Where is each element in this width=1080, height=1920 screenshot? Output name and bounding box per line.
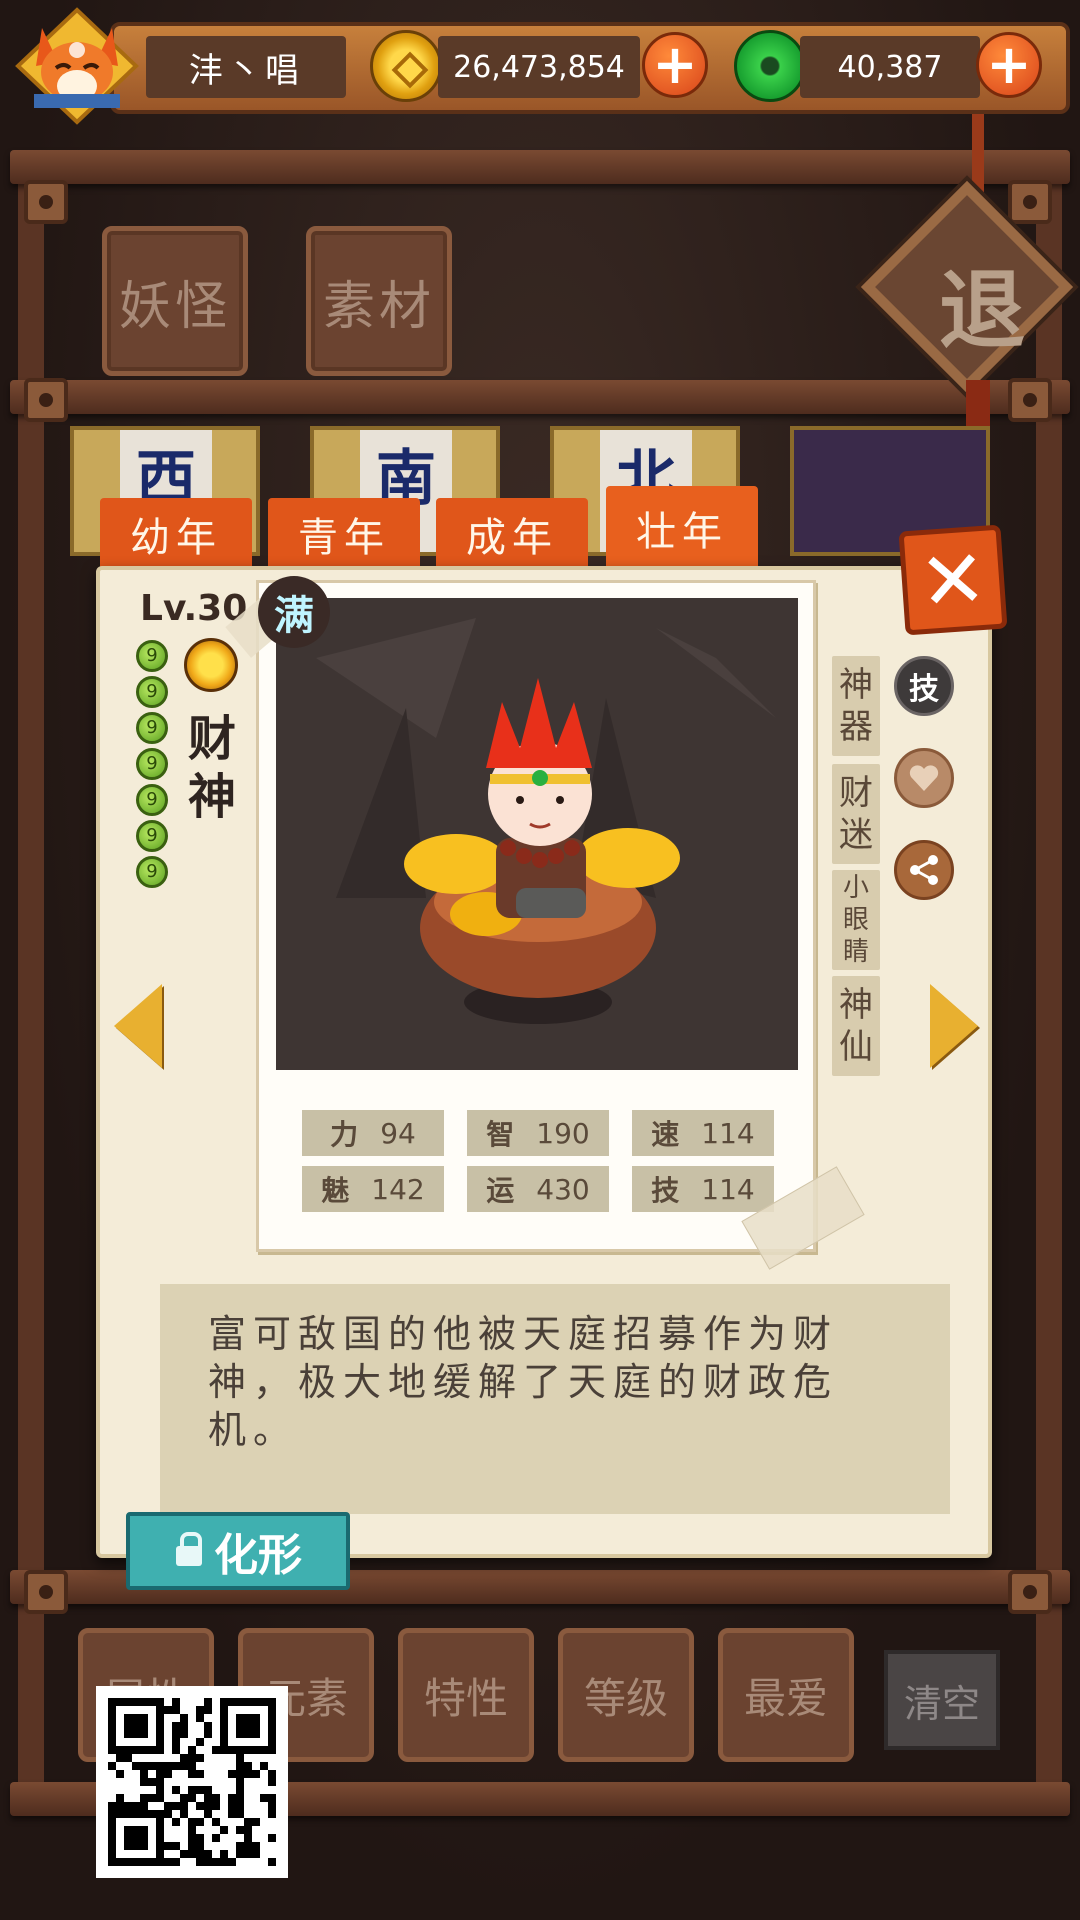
rank-dot: 9	[136, 712, 168, 744]
sun-icon	[184, 638, 238, 692]
coin-icon	[370, 30, 442, 102]
share-icon[interactable]	[894, 840, 954, 900]
tab-age-adult[interactable]: 成年	[436, 498, 588, 570]
transform-label: 化形	[214, 1530, 302, 1581]
stat-luck: 运 430	[467, 1166, 609, 1212]
tag-artifact: 神器	[832, 656, 880, 756]
max-level-badge: 满	[258, 576, 330, 648]
character-description: 富可敌国的他被天庭招募作为财神，极大地缓解了天庭的财政危机。	[208, 1312, 839, 1452]
heart-glyph	[909, 765, 939, 791]
rivet	[24, 180, 68, 224]
fox-avatar-icon[interactable]	[12, 6, 142, 126]
share-glyph	[910, 855, 938, 885]
tab-age-youth[interactable]: 青年	[268, 498, 420, 570]
stat-skill: 技 114	[632, 1166, 774, 1212]
coin-count: 26,473,854	[438, 36, 640, 98]
tab-monsters[interactable]: 妖怪	[102, 226, 248, 376]
rank-dot: 9	[136, 748, 168, 780]
transform-button[interactable]: 化形	[126, 1512, 350, 1590]
jade-count: 40,387	[800, 36, 980, 98]
filter-favorite-button[interactable]: 最爱	[718, 1628, 854, 1762]
rivet	[1008, 180, 1052, 224]
exit-label[interactable]: 退	[922, 240, 1042, 365]
shelf-beam	[10, 150, 1070, 184]
tag-money-lover: 财迷	[832, 764, 880, 864]
shelf-beam	[10, 380, 1070, 414]
previous-arrow-icon[interactable]	[114, 984, 162, 1068]
rank-dot: 9	[136, 676, 168, 708]
stat-strength: 力 94	[302, 1110, 444, 1156]
clear-button[interactable]: 清空	[884, 1650, 1000, 1750]
tag-immortal: 神仙	[832, 976, 880, 1076]
stat-charm: 魅 142	[302, 1166, 444, 1212]
player-name: 沣丶唱	[146, 36, 346, 98]
lock-icon	[174, 1532, 204, 1566]
rivet	[24, 1570, 68, 1614]
rank-dot: 9	[136, 856, 168, 888]
close-button[interactable]: ✕	[898, 524, 1008, 636]
tab-age-child[interactable]: 幼年	[100, 498, 252, 570]
tab-materials[interactable]: 素材	[306, 226, 452, 376]
skill-icon[interactable]: 技	[894, 656, 954, 716]
stat-speed: 速 114	[632, 1110, 774, 1156]
filter-level-button[interactable]: 等级	[558, 1628, 694, 1762]
rank-dots: 9 9 9 9 9 9 9	[136, 640, 172, 892]
jade-icon	[734, 30, 806, 102]
character-portrait	[276, 598, 798, 1070]
rank-dot: 9	[136, 820, 168, 852]
stat-intelligence: 智 190	[467, 1110, 609, 1156]
god-of-wealth-image	[316, 618, 776, 1024]
filter-trait-button[interactable]: 特性	[398, 1628, 534, 1762]
heart-icon[interactable]	[894, 748, 954, 808]
rank-dot: 9	[136, 784, 168, 816]
rivet	[1008, 1570, 1052, 1614]
tab-age-prime[interactable]: 壮年	[606, 486, 758, 570]
add-jade-button[interactable]: +	[976, 32, 1042, 98]
next-arrow-icon[interactable]	[930, 984, 978, 1068]
character-name: 财神	[187, 711, 236, 825]
rank-dot: 9	[136, 640, 168, 672]
tag-small-eyes: 小眼睛	[832, 870, 880, 970]
rivet	[24, 378, 68, 422]
add-coins-button[interactable]: +	[642, 32, 708, 98]
qr-code	[96, 1686, 288, 1878]
rivet	[1008, 378, 1052, 422]
